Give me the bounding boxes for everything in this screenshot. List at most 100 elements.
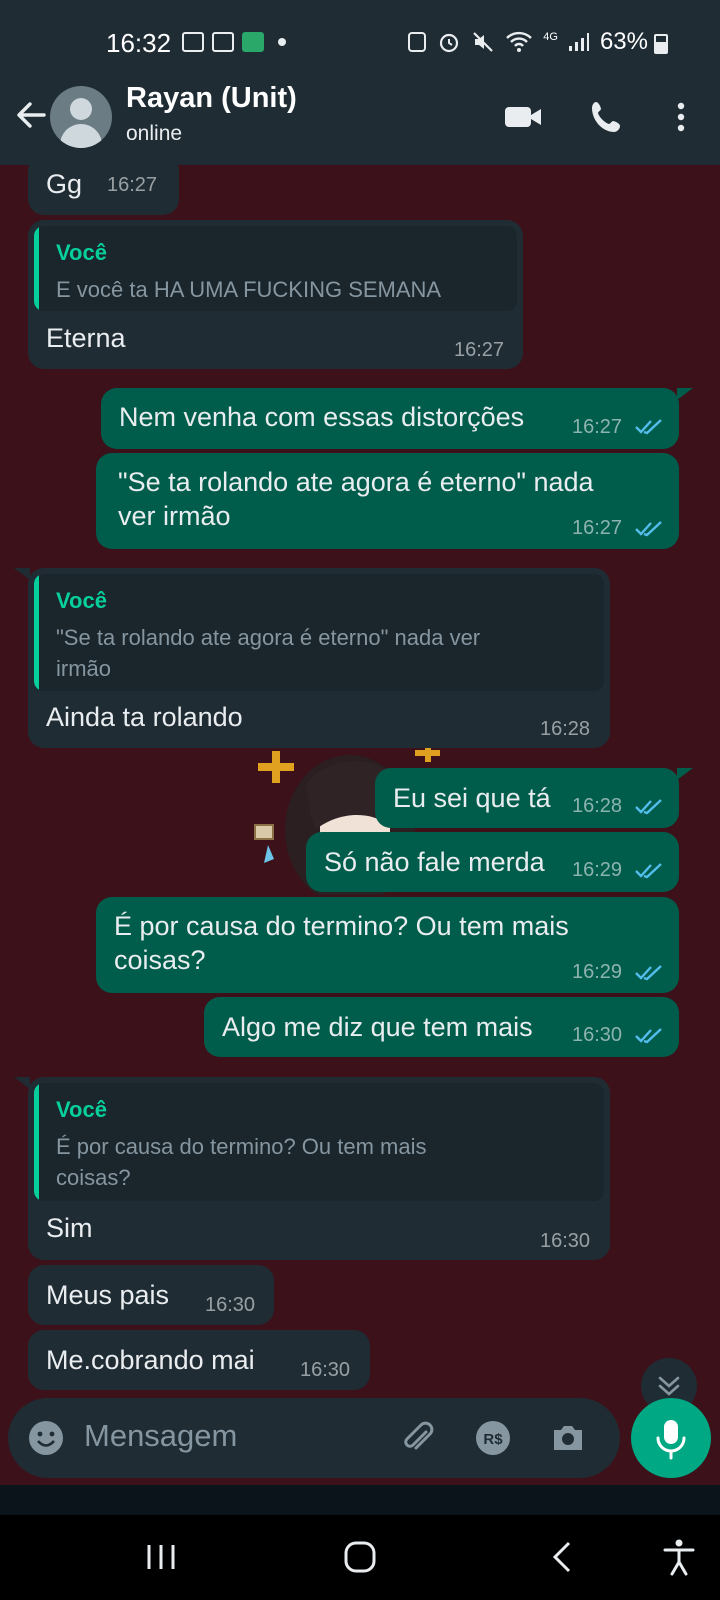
avatar-torso	[60, 124, 102, 148]
message-text: É por causa do termino? Ou tem mais cois…	[114, 911, 569, 975]
message-incoming[interactable]: Gg 16:27	[28, 165, 179, 215]
signal-icon	[568, 33, 589, 51]
message-time: 16:28	[572, 795, 623, 817]
message-time: 16:28	[540, 718, 591, 740]
message-text: Eterna	[46, 323, 126, 353]
recycle-icon	[408, 32, 427, 52]
mic-icon	[656, 1420, 686, 1460]
quoted-message[interactable]: Você É por causa do termino? Ou tem mais…	[34, 1083, 604, 1201]
read-receipt-icon	[635, 419, 662, 435]
recent-apps-icon[interactable]	[139, 1535, 183, 1579]
message-time: 16:30	[540, 1230, 591, 1252]
message-incoming[interactable]: Me.cobrando mai 16:30	[28, 1330, 370, 1390]
back-icon[interactable]	[541, 1535, 585, 1579]
read-receipt-icon	[635, 965, 662, 981]
contact-name[interactable]: Rayan (Unit)	[126, 82, 297, 115]
message-time: 16:27	[572, 416, 623, 438]
message-incoming[interactable]: Meus pais 16:30	[28, 1265, 274, 1325]
bubble-tail	[14, 568, 30, 580]
message-time: 16:30	[205, 1294, 256, 1316]
alarm-icon	[440, 33, 459, 53]
message-text: Ainda ta rolando	[46, 702, 243, 732]
message-time: 16:30	[300, 1359, 351, 1381]
home-icon[interactable]	[338, 1535, 382, 1579]
message-outgoing[interactable]: Algo me diz que tem mais 16:30	[204, 997, 679, 1057]
message-text: Sim	[46, 1213, 93, 1243]
more-vert-icon[interactable]	[658, 94, 704, 140]
message-outgoing[interactable]: "Se ta rolando ate agora é eterno" nada …	[96, 453, 679, 549]
attach-icon[interactable]	[398, 1418, 438, 1458]
brain-app-icon	[242, 32, 264, 52]
message-compose-bar[interactable]: Mensagem R$	[8, 1398, 620, 1478]
screen-share-icon	[212, 32, 234, 52]
message-text: "Se ta rolando ate agora é eterno" nada …	[118, 467, 594, 531]
message-text: Algo me diz que tem mais	[222, 1012, 533, 1042]
bubble-tail	[14, 1077, 30, 1089]
message-incoming-reply[interactable]: Você É por causa do termino? Ou tem mais…	[28, 1077, 610, 1260]
payment-icon[interactable]: R$	[473, 1418, 513, 1458]
network-type: 4G	[543, 31, 558, 43]
notification-dot-icon	[278, 38, 286, 46]
message-incoming-reply[interactable]: Você E você ta HA UMA FUCKING SEMANA Ete…	[28, 220, 523, 369]
read-receipt-icon	[635, 1028, 662, 1044]
contact-status: online	[126, 122, 183, 145]
quote-text: "Se ta rolando ate agora é eterno" nada …	[56, 625, 481, 681]
quoted-message[interactable]: Você "Se ta rolando ate agora é eterno" …	[34, 574, 604, 691]
chat-area[interactable]: Gg 16:27 Você E você ta HA UMA FUCKING S…	[0, 165, 720, 1485]
bubble-tail	[677, 768, 693, 780]
message-text: Só não fale merda	[324, 847, 545, 877]
read-receipt-icon	[635, 799, 662, 815]
quote-author: Você	[56, 240, 107, 265]
quote-author: Você	[56, 588, 107, 613]
message-text: Meus pais	[46, 1280, 170, 1310]
message-outgoing[interactable]: Eu sei que tá 16:28	[375, 768, 679, 828]
message-input[interactable]: Mensagem	[84, 1418, 237, 1454]
avatar-head	[70, 98, 92, 120]
accessibility-icon[interactable]	[657, 1535, 701, 1579]
svg-text:R$: R$	[483, 1431, 503, 1448]
message-time: 16:30	[572, 1024, 623, 1046]
quote-accent-bar	[34, 574, 39, 691]
emoji-icon[interactable]	[26, 1418, 66, 1458]
battery-percent: 63%	[599, 28, 648, 55]
camera-icon[interactable]	[548, 1418, 588, 1458]
message-time: 16:29	[572, 859, 623, 881]
status-bar: 16:32 4G 63%	[0, 0, 720, 88]
message-text: Eu sei que tá	[393, 783, 551, 813]
battery-icon	[654, 34, 668, 54]
top-bar: 16:32 4G 63% Rayan (Unit) online	[0, 0, 720, 165]
quote-accent-bar	[34, 226, 39, 311]
chat-header: Rayan (Unit) online	[0, 82, 720, 165]
message-text: Gg	[46, 169, 83, 199]
read-receipt-icon	[635, 521, 662, 537]
status-right-icons: 4G 63%	[407, 28, 668, 56]
quote-text: E você ta HA UMA FUCKING SEMANA	[56, 277, 442, 302]
quote-accent-bar	[34, 1083, 39, 1201]
message-time: 16:27	[107, 174, 158, 196]
bubble-tail	[677, 388, 693, 400]
message-outgoing[interactable]: É por causa do termino? Ou tem mais cois…	[96, 897, 679, 993]
message-text: Nem venha com essas distorções	[119, 402, 525, 432]
wifi-icon	[506, 31, 533, 52]
status-left-icons	[182, 32, 286, 52]
message-time: 16:27	[572, 517, 623, 539]
video-call-icon[interactable]	[500, 94, 546, 140]
message-outgoing[interactable]: Só não fale merda 16:29	[306, 832, 679, 892]
system-navigation-bar	[0, 1515, 720, 1600]
message-outgoing[interactable]: Nem venha com essas distorções 16:27	[101, 388, 679, 449]
mute-icon	[473, 32, 494, 52]
quote-author: Você	[56, 1097, 107, 1122]
voice-message-button[interactable]	[631, 1398, 711, 1478]
avatar[interactable]	[50, 86, 112, 148]
back-arrow-icon[interactable]	[14, 98, 48, 132]
read-receipt-icon	[635, 863, 662, 879]
message-incoming-reply[interactable]: Você "Se ta rolando ate agora é eterno" …	[28, 568, 610, 748]
message-time: 16:27	[454, 339, 505, 361]
quote-text: É por causa do termino? Ou tem mais cois…	[56, 1134, 427, 1190]
message-text: Me.cobrando mai	[46, 1345, 255, 1375]
status-time: 16:32	[106, 28, 172, 58]
quoted-message[interactable]: Você E você ta HA UMA FUCKING SEMANA	[34, 226, 517, 311]
gallery-icon	[182, 32, 204, 52]
message-time: 16:29	[572, 961, 623, 983]
phone-icon[interactable]	[584, 94, 630, 140]
